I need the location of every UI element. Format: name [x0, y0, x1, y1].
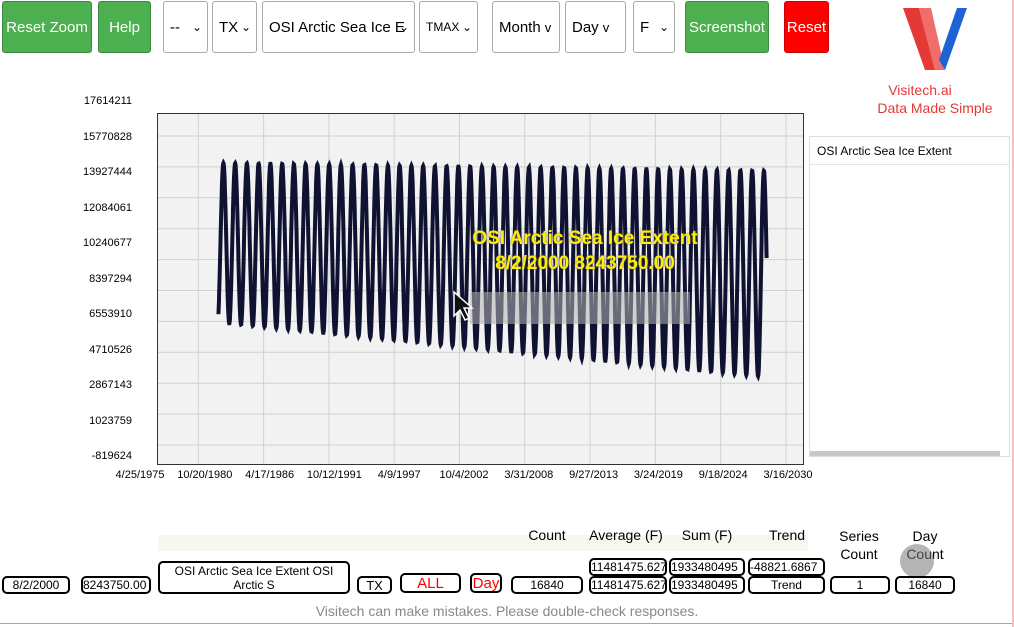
chevron-down-icon: ⌄ [461, 20, 472, 34]
brand-name: Visitech.ai [888, 82, 952, 98]
click-indicator [900, 544, 934, 578]
dataset-select-value: OSI Arctic Sea Ice E [269, 18, 405, 36]
day-chevron: v [602, 19, 610, 35]
sum-header: Sum (F) [681, 527, 733, 543]
state-select-value: TX [219, 18, 239, 36]
count-header: Count [528, 527, 566, 543]
day-button[interactable]: Day [470, 573, 502, 593]
state-select[interactable]: TX ⌄ [212, 1, 257, 53]
help-button[interactable]: Help [98, 1, 151, 53]
series-count-header: Series Count [839, 528, 879, 562]
reset-button[interactable]: Reset [784, 1, 829, 53]
day-count-value: 16840 [895, 576, 955, 594]
y-tick-label: 13927444 [83, 166, 132, 178]
bottom-divider [0, 623, 1014, 624]
chart-tooltip: OSI Arctic Sea Ice Extent 8/2/2000 82437… [430, 226, 740, 276]
selected-value: 8243750.00 [81, 576, 151, 594]
chevron-down-icon: ⌄ [398, 20, 409, 34]
unit-select[interactable]: F ⌄ [633, 1, 675, 53]
tooltip-value: 8/2/2000 8243750.00 [495, 253, 675, 274]
dataset-select[interactable]: OSI Arctic Sea Ice E ⌄ [262, 1, 415, 53]
sum-top-value: 1933480495 [669, 558, 745, 576]
y-tick-label: 10240677 [83, 237, 132, 249]
y-tick-label: 2867143 [89, 379, 132, 391]
metric-select[interactable]: TMAX ⌄ [419, 1, 478, 53]
x-tick-label: 3/16/2030 [763, 469, 813, 481]
state-cell: TX [357, 576, 392, 594]
x-axis: 4/25/1975 10/20/1980 4/17/1986 10/12/1991 4/… [110, 466, 860, 486]
filter-select-value: -- [170, 18, 180, 36]
month-select-value: Month [499, 18, 541, 36]
filter-select[interactable]: -- ⌄ [163, 1, 208, 53]
series-name-cell: OSI Arctic Sea Ice Extent OSI Arctic S [158, 561, 350, 594]
screenshot-button[interactable]: Screenshot [685, 1, 769, 53]
logo-v-icon [903, 8, 967, 70]
visitech-logo [895, 4, 975, 80]
tooltip-series: OSI Arctic Sea Ice Extent [472, 228, 698, 249]
chart-plot-area[interactable] [157, 113, 804, 465]
brand-tagline: Data Made Simple [877, 100, 993, 116]
y-tick-label: 6553910 [89, 308, 132, 320]
trend-header: Trend [768, 527, 806, 543]
chevron-down-icon: ⌄ [191, 20, 202, 34]
day-select[interactable]: Day v [565, 1, 626, 53]
legend-item[interactable]: OSI Arctic Sea Ice Extent [810, 137, 1009, 165]
metric-select-value: TMAX [426, 20, 460, 34]
chevron-down-icon: ⌄ [240, 20, 251, 34]
y-tick-label: 8397294 [89, 272, 132, 285]
series-count-value: 1 [830, 576, 890, 594]
trend-button[interactable]: Trend [748, 576, 825, 594]
y-tick-label: -819624 [91, 450, 132, 462]
disclaimer-text: Visitech can make mistakes. Please doubl… [315, 603, 699, 619]
y-tick-label: 12084061 [83, 201, 132, 214]
month-chevron: v [544, 19, 552, 35]
day-select-value: Day [572, 18, 599, 36]
y-tick-label: 4710526 [89, 343, 132, 356]
all-button[interactable]: ALL [400, 573, 461, 593]
tooltip-shade [470, 292, 690, 324]
average-value: 11481475.6270 [589, 576, 667, 594]
reset-zoom-button[interactable]: Reset Zoom [2, 1, 92, 53]
mouse-cursor-icon [453, 290, 474, 322]
sum-value: 1933480495 [669, 576, 745, 594]
unit-select-value: F [640, 18, 650, 36]
average-top-value: 11481475.6270 [589, 558, 667, 576]
chart-svg [158, 114, 803, 464]
chevron-down-icon: ⌄ [658, 20, 669, 34]
y-tick-label: 17614211 [83, 95, 132, 107]
average-header: Average (F) [589, 527, 663, 543]
count-value: 16840 [511, 576, 583, 594]
y-tick-label: 15770828 [83, 130, 132, 143]
trend-top-value: -48821.6867 [748, 558, 825, 576]
y-tick-label: 1023759 [89, 414, 132, 427]
legend-item-label: OSI Arctic Sea Ice Extent [817, 143, 952, 158]
y-axis: 17614211 15770828 13927444 12084061 10240677… [0, 90, 160, 470]
selected-date: 8/2/2000 [2, 576, 70, 594]
legend-scrollbar[interactable] [810, 451, 1000, 456]
month-select[interactable]: Month v [492, 1, 560, 53]
legend-panel: OSI Arctic Sea Ice Extent [809, 136, 1010, 457]
